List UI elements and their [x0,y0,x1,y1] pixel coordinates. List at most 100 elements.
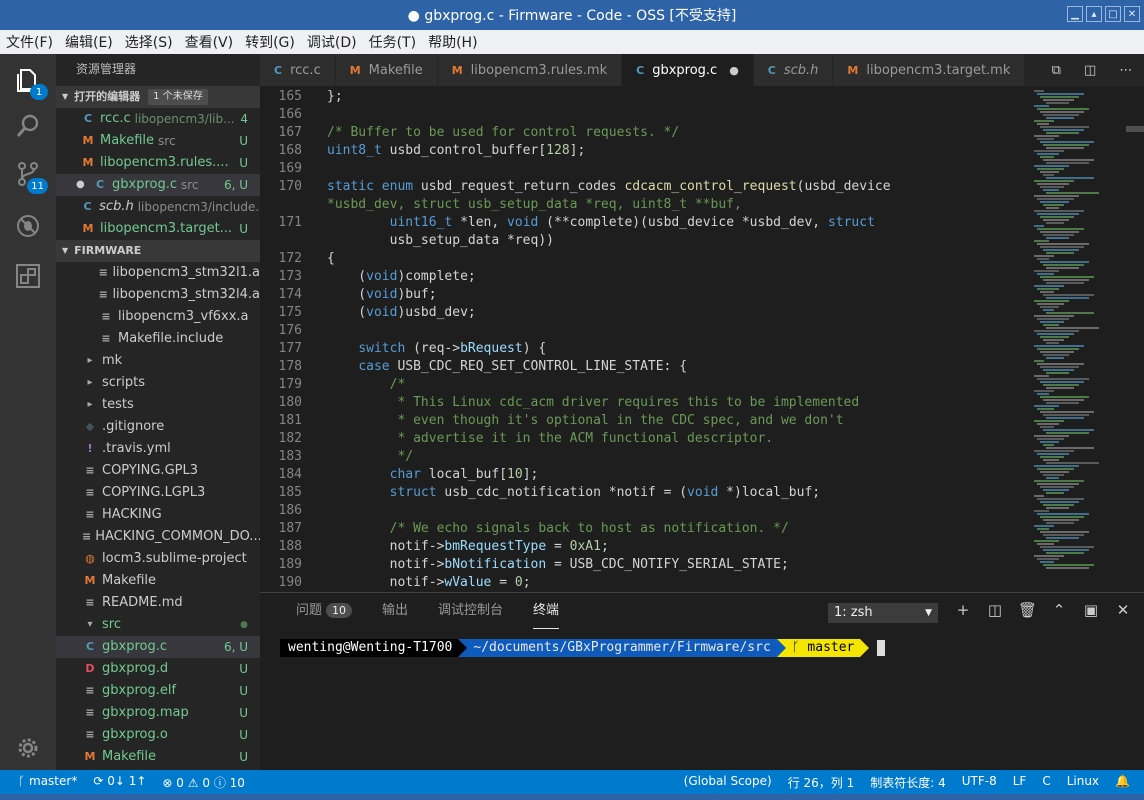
debug-button[interactable] [12,210,44,242]
encoding-status[interactable]: UTF-8 [962,774,997,791]
open-editor-item[interactable]: Crcc.c libopencm3/lib... 4 [56,108,260,130]
code-line[interactable]: usb_setup_data *req)) [327,232,554,250]
tree-item[interactable]: ▸ tests [56,394,260,416]
code-line[interactable]: { [327,250,335,268]
open-editor-item[interactable]: M Makefile src U [56,130,260,152]
tree-item[interactable]: ≡ COPYING.LGPL3 [56,482,260,504]
minimize-icon[interactable]: ▁ [1067,6,1083,22]
split-editor-icon[interactable]: ◫ [1084,63,1096,78]
minimap-scroll-thumb[interactable] [1126,126,1144,132]
editor-tab[interactable]: Crcc.c [260,54,336,86]
editor-tab[interactable]: Mlibopencm3.rules.mk [437,54,623,86]
maximize-icon[interactable]: □ [1105,6,1121,22]
tree-item[interactable]: Dgbxprog.d U [56,658,260,680]
tab-terminal[interactable]: 终端 [533,593,560,629]
code-line[interactable]: */ [327,448,413,466]
code-line[interactable]: notif->wValue = 0; [327,574,531,592]
tree-item[interactable]: ≡ libopencm3_stm32l1.a [56,262,260,284]
terminal-select[interactable]: 1: zsh ▼ [828,603,938,623]
tab-output[interactable]: 输出 [382,593,408,629]
tree-item[interactable]: ≡ gbxprog.elf U [56,680,260,702]
tree-item[interactable]: ≡ gbxprog.o U [56,724,260,746]
branch-status[interactable]: ᚴ master* [18,774,77,791]
editor-tab[interactable]: M Makefile [335,54,438,86]
close-icon[interactable]: ✕ [1114,601,1132,619]
menu-item[interactable]: 编辑(E) [65,32,113,52]
code-line[interactable]: /* Buffer to be used for control request… [327,124,679,142]
menu-item[interactable]: 调试(D) [307,32,357,52]
tab-debug-console[interactable]: 调试控制台 [438,593,503,629]
editor-tab[interactable]: Mlibopencm3.target.mk [833,54,1026,86]
menu-item[interactable]: 转到(G) [245,32,295,52]
editor-tab[interactable]: Cscb.h [753,54,834,86]
menu-item[interactable]: 帮助(H) [428,32,477,52]
code-line[interactable]: char local_buf[10]; [327,466,539,484]
tree-item[interactable]: ≡ libopencm3_vf6xx.a [56,306,260,328]
menu-item[interactable]: 选择(S) [125,32,173,52]
tree-item[interactable]: ≡ gbxprog.map U [56,702,260,724]
extensions-button[interactable] [12,260,44,292]
chevron-up-icon[interactable]: ⌃ [1050,601,1068,619]
open-editor-item[interactable]: Mlibopencm3.rules.... U [56,152,260,174]
os-status[interactable]: Linux [1067,774,1099,791]
code-line[interactable]: }; [327,88,343,106]
dirty-dot-icon[interactable]: ● [76,174,85,196]
open-editors-header[interactable]: ▼ 打开的编辑器 1 个未保存 [56,86,260,108]
code-line[interactable]: * This Linux cdc_acm driver requires thi… [327,394,859,412]
more-actions-icon[interactable]: ⋯ [1119,63,1132,78]
tree-item[interactable]: ▸ mk [56,350,260,372]
tree-item[interactable]: ▸ scripts [56,372,260,394]
minimap[interactable] [1030,86,1144,592]
tree-item[interactable]: M Makefile U [56,746,260,768]
close-window-icon[interactable]: ✕ [1124,6,1140,22]
code-line[interactable]: notif->bmRequestType = 0xA1; [327,538,609,556]
split-terminal-icon[interactable]: ◫ [986,601,1004,619]
tree-item[interactable]: ◍ locm3.sublime-project [56,548,260,570]
code-line[interactable]: /* [327,376,406,394]
tab-problems[interactable]: 问题 10 [296,593,353,629]
code-line[interactable]: * advertise it in the ACM functional des… [327,430,773,448]
tree-item[interactable]: ◆ .gitignore [56,416,260,438]
search-button[interactable] [12,110,44,142]
code-line[interactable]: case USB_CDC_REQ_SET_CONTROL_LINE_STATE:… [327,358,687,376]
tree-item[interactable]: ≡ README.md [56,592,260,614]
scope-status[interactable]: (Global Scope) [684,774,772,791]
terminal-prompt[interactable]: wenting@Wenting-T1700 ~/documents/GBxPro… [280,639,886,657]
tree-item[interactable]: ! .travis.yml [56,438,260,460]
bell-icon[interactable]: 🔔 [1115,774,1130,791]
code-line[interactable]: switch (req->bRequest) { [327,340,546,358]
cursor-position[interactable]: 行 26，列 1 [788,774,855,791]
language-status[interactable]: C [1042,774,1050,791]
tree-item[interactable]: ▾ src ● [56,614,260,636]
editor-tab[interactable]: Cgbxprog.c ● [622,54,754,86]
code-line[interactable]: (void)buf; [327,286,436,304]
tree-item[interactable]: ≡ libopencm3_stm32l4.a [56,284,260,306]
indentation-status[interactable]: 制表符长度: 4 [870,774,946,791]
menu-item[interactable]: 文件(F) [6,32,53,52]
menu-item[interactable]: 任务(T) [369,32,416,52]
shade-icon[interactable]: ▴ [1086,6,1102,22]
sync-status[interactable]: ⟳ 0↓ 1↑ [93,774,146,791]
open-changes-icon[interactable]: ⧉ [1052,63,1061,78]
tree-item[interactable]: ≡ HACKING_COMMON_DO... [56,526,260,548]
toggle-panel-icon[interactable]: ▣ [1082,601,1100,619]
plus-icon[interactable]: + [954,601,972,619]
code-line[interactable]: *usbd_dev, struct usb_setup_data *req, u… [327,196,742,214]
code-line[interactable]: struct usb_cdc_notification *notif = (vo… [327,484,820,502]
code-line[interactable]: uint16_t *len, void (**complete)(usbd_de… [327,214,875,232]
explorer-button[interactable]: 1 [12,64,48,100]
problems-status[interactable]: ⊗ 0 ⚠ 0 ⓘ 10 [162,774,245,791]
code-line[interactable]: (void)complete; [327,268,475,286]
code-line[interactable]: notif->bNotification = USB_CDC_NOTIFY_SE… [327,556,789,574]
open-editor-item[interactable]: Mlibopencm3.target... U [56,218,260,240]
code-line[interactable]: (void)usbd_dev; [327,304,475,322]
trash-icon[interactable]: 🗑 [1018,601,1037,619]
eol-status[interactable]: LF [1013,774,1027,791]
menu-item[interactable]: 查看(V) [185,32,234,52]
tree-item[interactable]: ≡ HACKING [56,504,260,526]
folder-header[interactable]: ▼ FIRMWARE [56,240,260,262]
tree-item[interactable]: M Makefile [56,570,260,592]
tree-item[interactable]: ≡ COPYING.GPL3 [56,460,260,482]
tree-item[interactable]: ≡ Makefile.include [56,328,260,350]
source-control-button[interactable]: 11 [12,158,48,194]
